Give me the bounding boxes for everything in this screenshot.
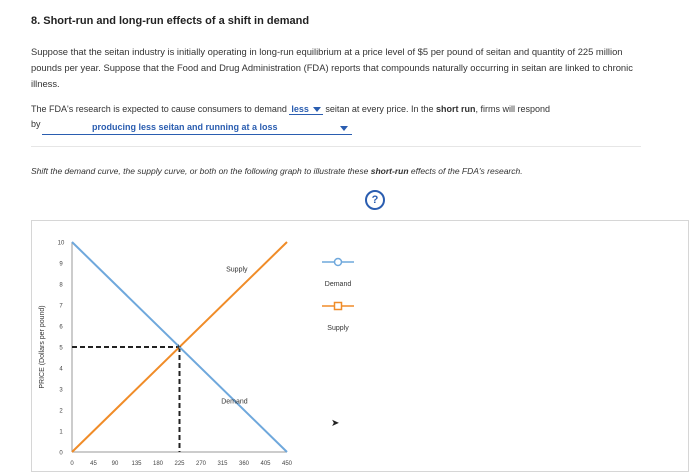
- y-tick-label: 8: [59, 283, 63, 289]
- x-tick-label: 135: [131, 461, 142, 467]
- y-axis-label: PRICE (Dollars per pound): [39, 305, 46, 388]
- graph-svg: PRICE (Dollars per pound)0123456789100 45…: [39, 241, 354, 467]
- legend-circle-icon[interactable]: [333, 257, 343, 267]
- y-tick-label: 0: [59, 451, 63, 457]
- legend-label: Demand: [325, 281, 352, 288]
- legend-label: Supply: [327, 325, 349, 332]
- x-tick-label: 360: [239, 461, 250, 467]
- y-tick-label: 1: [59, 430, 63, 436]
- y-tick-label: 4: [59, 367, 63, 373]
- y-tick-label: 5: [59, 346, 63, 352]
- legend[interactable]: Demand Supply: [322, 257, 354, 333]
- supply-curve-label: Supply: [226, 266, 248, 273]
- x-tick-label: 450: [282, 461, 293, 467]
- x-tick-label: 270: [196, 461, 207, 467]
- x-tick-label: 315: [217, 461, 228, 467]
- x-tick-label: 405: [260, 461, 271, 467]
- x-tick-label: 180: [153, 461, 164, 467]
- y-tick-label: 6: [59, 325, 63, 331]
- x-tick-label: 225: [174, 461, 185, 467]
- y-tick-label: 2: [59, 409, 63, 415]
- equilibrium-marker: +: [176, 342, 181, 352]
- demand-curve-label: Demand: [221, 399, 248, 406]
- y-tick-label: 9: [59, 262, 63, 268]
- x-tick-label: 0: [70, 461, 74, 467]
- x-tick-label: 90: [112, 461, 119, 467]
- y-tick-label: 3: [59, 388, 63, 394]
- legend-square-icon[interactable]: [333, 301, 343, 311]
- x-tick-label: 45: [90, 461, 97, 467]
- chart-marks[interactable]: Supply Demand +: [71, 241, 288, 453]
- mouse-cursor-icon: ➤: [331, 418, 340, 429]
- y-tick-label: 10: [58, 241, 65, 247]
- y-tick-label: 7: [59, 304, 63, 310]
